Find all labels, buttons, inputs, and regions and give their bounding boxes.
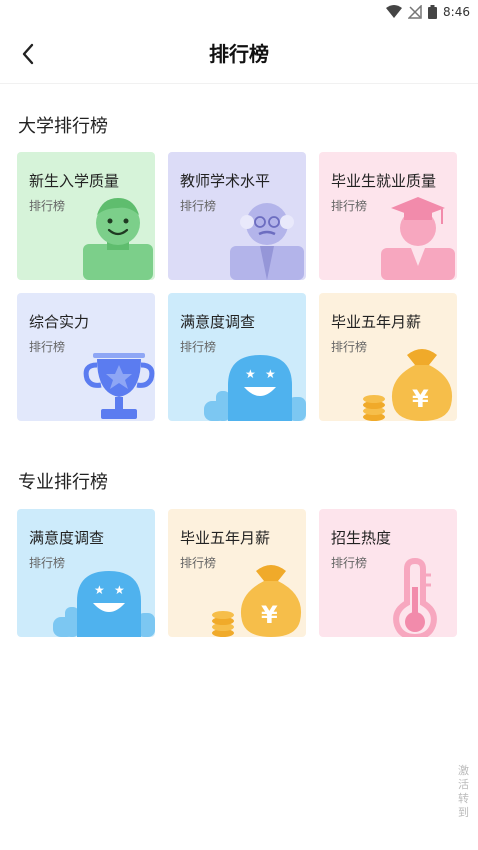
card-satisfaction-survey[interactable]: 满意度调查 排行榜 ★ ★	[168, 293, 306, 421]
card-five-year-salary[interactable]: 毕业五年月薪 排行榜 ¥	[319, 293, 457, 421]
status-bar: 8:46	[0, 0, 478, 24]
professor-icon	[230, 203, 304, 280]
card-teacher-academic[interactable]: 教师学术水平 排行榜	[168, 152, 306, 280]
card-graduate-employment[interactable]: 毕业生就业质量 排行榜	[319, 152, 457, 280]
money-bag-icon: ¥	[212, 565, 302, 637]
wifi-icon	[386, 5, 403, 18]
nav-bar: 排行榜	[0, 24, 478, 84]
svg-text:¥: ¥	[261, 601, 278, 629]
card-enrollment-popularity[interactable]: 招生热度 排行榜	[319, 509, 457, 637]
student-icon	[83, 198, 153, 280]
trophy-icon	[83, 353, 155, 419]
section-title-university: 大学排行榜	[18, 116, 108, 137]
money-bag-icon: ¥	[363, 349, 453, 421]
activation-watermark: 激活 转到	[458, 764, 469, 819]
svg-text:★: ★	[94, 583, 105, 597]
svg-text:¥: ¥	[412, 385, 429, 413]
section-title-major: 专业排行榜	[18, 472, 108, 493]
page-title: 排行榜	[209, 42, 269, 66]
battery-icon	[428, 5, 438, 19]
status-time: 8:46	[443, 5, 470, 19]
svg-text:★: ★	[114, 583, 125, 597]
card-major-five-year-salary[interactable]: 毕业五年月薪 排行榜 ¥	[168, 509, 306, 637]
svg-text:★: ★	[245, 367, 256, 381]
card-overall-strength[interactable]: 综合实力 排行榜	[17, 293, 155, 421]
thermometer-icon	[393, 557, 437, 637]
card-major-satisfaction[interactable]: 满意度调查 排行榜 ★ ★	[17, 509, 155, 637]
svg-text:★: ★	[265, 367, 276, 381]
no-signal-icon	[408, 5, 422, 19]
happy-ghost-icon: ★ ★	[53, 571, 155, 637]
happy-ghost-icon: ★ ★	[204, 355, 306, 421]
card-freshman-quality[interactable]: 新生入学质量 排行榜	[17, 152, 155, 280]
graduate-icon	[381, 197, 455, 280]
